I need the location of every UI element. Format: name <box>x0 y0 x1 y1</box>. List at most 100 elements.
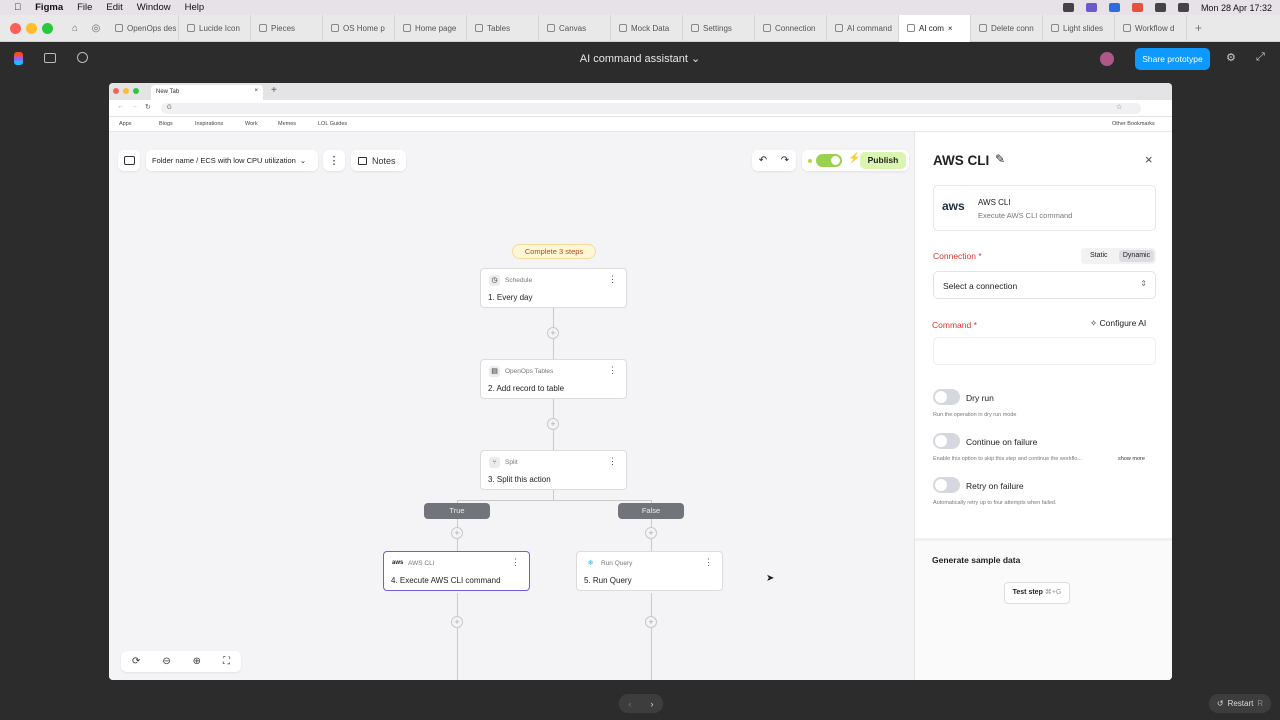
add-step-button[interactable]: + <box>547 418 559 430</box>
fit-view-icon[interactable]: ⛶ <box>223 656 230 667</box>
browser-close-icon[interactable] <box>113 88 119 94</box>
figma-tab[interactable]: Workflow d <box>1115 14 1187 42</box>
share-prototype-button[interactable]: Share prototype <box>1135 48 1210 70</box>
kebab-icon[interactable]: ⋮ <box>608 457 617 466</box>
url-input[interactable]: G <box>161 103 1141 114</box>
mic-icon[interactable] <box>1062 3 1074 12</box>
breadcrumb[interactable]: Folder name / ECS with low CPU utilizati… <box>146 150 318 171</box>
figma-tab[interactable]: Canvas <box>539 14 611 42</box>
sidebar-toggle-button[interactable] <box>118 150 140 171</box>
apple-icon[interactable]:  <box>14 2 21 13</box>
reset-view-icon[interactable]: ⟳ <box>132 656 140 667</box>
app-icon[interactable] <box>1131 3 1143 12</box>
bookmark-other[interactable]: Other Bookmarks <box>1112 121 1155 127</box>
browser-tab[interactable]: New Tab × <box>151 85 263 100</box>
expand-icon[interactable]: ⤢ <box>1256 51 1265 64</box>
figma-tab[interactable]: Pieces <box>251 14 323 42</box>
kebab-icon[interactable]: ⋮ <box>704 558 713 567</box>
figma-tab[interactable]: AI com × <box>899 14 971 42</box>
publish-button[interactable]: Publish <box>860 152 906 169</box>
close-icon[interactable]: × <box>254 88 258 94</box>
figma-tab[interactable]: Tables <box>467 14 539 42</box>
menu-help[interactable]: Help <box>185 2 205 13</box>
menu-app[interactable]: Figma <box>35 2 63 13</box>
figma-tab[interactable]: OpenOps des <box>107 14 179 42</box>
configure-ai-button[interactable]: ✧ Configure AI <box>1090 318 1146 329</box>
minimize-window-icon[interactable] <box>26 22 37 34</box>
back-icon[interactable]: ← <box>117 103 124 110</box>
search-icon[interactable] <box>1177 3 1189 12</box>
figma-tab[interactable]: Home page <box>395 14 467 42</box>
bookmark-work[interactable]: Work <box>245 121 258 127</box>
star-icon[interactable]: ☆ <box>1116 103 1122 111</box>
kebab-icon[interactable]: ⋮ <box>608 275 617 284</box>
figma-tab[interactable]: Light slides <box>1043 14 1115 42</box>
reload-icon[interactable]: ↻ <box>145 103 151 111</box>
restart-button[interactable]: ↺ Restart R <box>1209 694 1271 713</box>
step-node-split[interactable]: ⑂ Split ⋮ 3. Split this action <box>480 450 627 490</box>
screen-record-icon[interactable] <box>1085 3 1097 12</box>
home-icon[interactable]: ⌂ <box>65 23 85 34</box>
more-options-button[interactable]: ⋮ <box>323 150 345 171</box>
forward-icon[interactable]: → <box>131 103 138 110</box>
figma-tab[interactable]: Delete conn <box>971 14 1043 42</box>
figma-tab[interactable]: OS Home p <box>323 14 395 42</box>
show-more-link[interactable]: show more <box>1118 456 1145 462</box>
close-panel-icon[interactable]: × <box>1145 152 1153 167</box>
settings-sliders-icon[interactable]: ⚙ <box>1226 51 1236 64</box>
prev-frame-icon[interactable]: ‹ <box>629 699 632 709</box>
kebab-icon[interactable]: ⋮ <box>511 558 520 567</box>
bookmark-memes[interactable]: Memes <box>278 121 296 127</box>
wifi-icon[interactable] <box>1154 3 1166 12</box>
bookmark-lol-guides[interactable]: LOL Guides <box>318 121 347 127</box>
add-step-button[interactable]: + <box>547 327 559 339</box>
dry-run-toggle[interactable] <box>933 389 960 405</box>
add-step-button[interactable]: + <box>645 527 657 539</box>
new-tab-icon[interactable]: + <box>1195 21 1202 35</box>
menubar-datetime[interactable]: Mon 28 Apr 17:32 <box>1201 3 1272 13</box>
figma-tab[interactable]: AI command <box>827 14 899 42</box>
figma-tab[interactable]: Connection <box>755 14 827 42</box>
continue-on-failure-toggle[interactable] <box>933 433 960 449</box>
add-step-button[interactable]: + <box>451 527 463 539</box>
figma-tab[interactable]: Lucide Icon <box>179 14 251 42</box>
bookmark-apps[interactable]: Apps <box>119 121 132 127</box>
zoom-out-icon[interactable]: ⊖ <box>162 656 170 667</box>
notes-button[interactable]: Notes <box>351 150 406 171</box>
redo-icon[interactable]: ↷ <box>781 155 789 166</box>
globe-icon[interactable]: ◎ <box>85 23 107 34</box>
bookmark-inspirations[interactable]: Inspirations <box>195 121 223 127</box>
command-input[interactable] <box>933 337 1156 365</box>
figma-tab[interactable]: Settings <box>683 14 755 42</box>
step-node-aws-cli[interactable]: aws AWS CLI ⋮ 4. Execute AWS CLI command <box>383 551 530 591</box>
zoom-icon[interactable] <box>1108 3 1120 12</box>
workflow-canvas[interactable]: Folder name / ECS with low CPU utilizati… <box>109 132 914 680</box>
step-node-schedule[interactable]: ◷ Schedule ⋮ 1. Every day <box>480 268 627 308</box>
menu-edit[interactable]: Edit <box>106 2 122 13</box>
dynamic-option[interactable]: Dynamic <box>1119 250 1154 262</box>
edit-pencil-icon[interactable]: ✎ <box>995 152 1005 166</box>
add-step-button[interactable]: + <box>451 616 463 628</box>
step-node-run-query[interactable]: ❄ Run Query ⋮ 5. Run Query <box>576 551 723 591</box>
maximize-window-icon[interactable] <box>42 22 53 34</box>
avatar[interactable] <box>1100 52 1114 66</box>
zoom-in-icon[interactable]: ⊕ <box>193 656 201 667</box>
menu-file[interactable]: File <box>77 2 92 13</box>
browser-minimize-icon[interactable] <box>123 88 129 94</box>
close-icon[interactable]: × <box>948 24 953 33</box>
close-window-icon[interactable] <box>10 22 21 34</box>
test-step-button[interactable]: Test step ⌘+G <box>1004 582 1070 604</box>
retry-on-failure-toggle[interactable] <box>933 477 960 493</box>
browser-maximize-icon[interactable] <box>133 88 139 94</box>
next-frame-icon[interactable]: › <box>651 699 654 709</box>
undo-icon[interactable]: ↶ <box>759 155 767 166</box>
live-toggle[interactable] <box>816 154 842 167</box>
action-card[interactable]: aws AWS CLI Execute AWS CLI command <box>933 185 1156 231</box>
connection-select[interactable]: Select a connection ⇕ <box>933 271 1156 299</box>
figma-tab[interactable]: Mock Data <box>611 14 683 42</box>
prototype-title[interactable]: AI command assistant ⌄ <box>0 52 1280 65</box>
step-node-tables[interactable]: ▤ OpenOps Tables ⋮ 2. Add record to tabl… <box>480 359 627 399</box>
kebab-icon[interactable]: ⋮ <box>608 366 617 375</box>
bookmark-blogs[interactable]: Blogs <box>159 121 173 127</box>
new-tab-icon[interactable]: + <box>271 85 277 96</box>
